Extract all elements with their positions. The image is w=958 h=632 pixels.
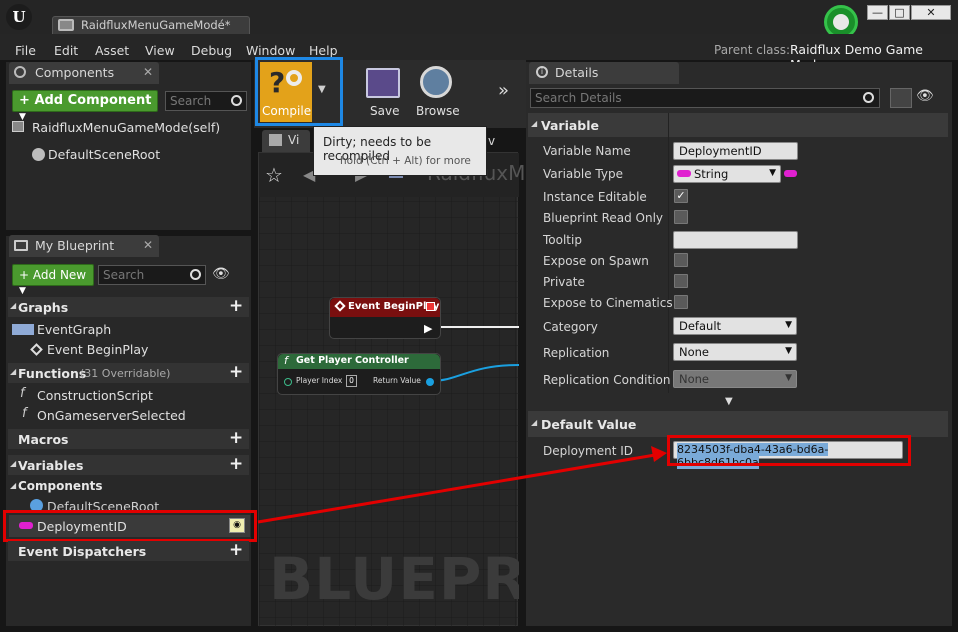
annotation-arrow [257,446,667,524]
